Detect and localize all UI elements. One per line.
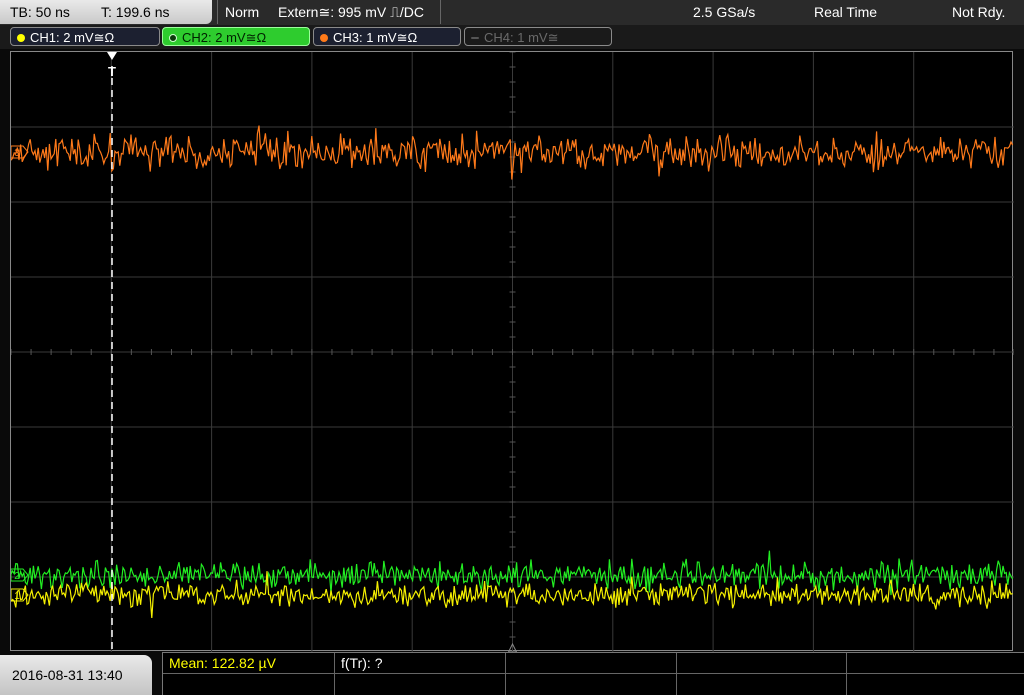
channel-1-label: CH1: 2 mV≅Ω <box>30 30 115 45</box>
timebase-value: TB: 50 ns <box>10 4 70 20</box>
trigger-mode[interactable]: Norm <box>225 0 259 24</box>
trigger-arrow-icon <box>107 52 117 60</box>
channel-1-dot-icon <box>17 34 25 42</box>
status-bar: TB: 50 ns T: 199.6 ns Norm Extern≅: 995 … <box>0 0 1024 26</box>
channel-3-dot-icon <box>320 34 328 42</box>
graticule <box>11 52 1014 652</box>
channel-2-label: CH2: 2 mV≅Ω <box>182 30 267 45</box>
run-status: Not Rdy. <box>952 4 1006 20</box>
measurement-panel[interactable]: Mean: 122.82 µV f(Tr): ? <box>162 652 1024 695</box>
measurement-slot[interactable] <box>163 674 335 695</box>
sample-rate[interactable]: 2.5 GSa/s <box>693 0 755 24</box>
channel-3-marker-label: 3 <box>14 148 20 159</box>
channel-3-button[interactable]: CH3: 1 mV≅Ω <box>313 27 461 46</box>
channel-4-label: CH4: 1 mV≅ <box>484 30 559 45</box>
channel-4-off-icon <box>471 37 479 39</box>
measurement-slot[interactable] <box>847 653 1024 674</box>
traces <box>11 125 1014 618</box>
channel-1-marker-label: 1 <box>14 591 20 602</box>
measurement-mean[interactable]: Mean: 122.82 µV <box>163 653 335 674</box>
waveform-display[interactable]: T 3 2 1 <box>10 51 1014 652</box>
divider <box>217 0 218 24</box>
channel-4-button[interactable]: CH4: 1 mV≅ <box>464 27 612 46</box>
waveform-svg: T 3 2 1 <box>11 52 1014 652</box>
channel-2-marker-label: 2 <box>14 571 20 582</box>
measurement-slot[interactable] <box>506 653 677 674</box>
timebase-panel[interactable]: TB: 50 ns T: 199.6 ns <box>0 0 212 24</box>
trigger-marker-label: T <box>108 64 116 79</box>
measurement-slot[interactable] <box>677 653 847 674</box>
channel-2-trace <box>11 550 1014 596</box>
date-time: 2016-08-31 13:40 <box>0 655 152 695</box>
measurement-slot[interactable] <box>677 674 847 695</box>
measurement-slot[interactable] <box>847 674 1024 695</box>
channel-2-dot-icon <box>169 34 177 42</box>
oscilloscope-screen: TB: 50 ns T: 199.6 ns Norm Extern≅: 995 … <box>0 0 1024 695</box>
trigger-source[interactable]: Extern≅: 995 mV ⎍/DC <box>278 0 424 24</box>
trigger-time-value: T: 199.6 ns <box>101 4 170 20</box>
channel-1-button[interactable]: CH1: 2 mV≅Ω <box>10 27 160 46</box>
acquisition-mode[interactable]: Real Time <box>814 0 877 24</box>
measurement-slot[interactable] <box>506 674 677 695</box>
divider <box>440 0 441 24</box>
channel-2-button[interactable]: CH2: 2 mV≅Ω <box>162 27 310 46</box>
measurement-freq[interactable]: f(Tr): ? <box>335 653 506 674</box>
channel-3-label: CH3: 1 mV≅Ω <box>333 30 418 45</box>
channel-row: CH1: 2 mV≅Ω CH2: 2 mV≅Ω CH3: 1 mV≅Ω CH4:… <box>0 25 1024 49</box>
channel-3-trace <box>11 125 1014 180</box>
measurement-slot[interactable] <box>335 674 506 695</box>
